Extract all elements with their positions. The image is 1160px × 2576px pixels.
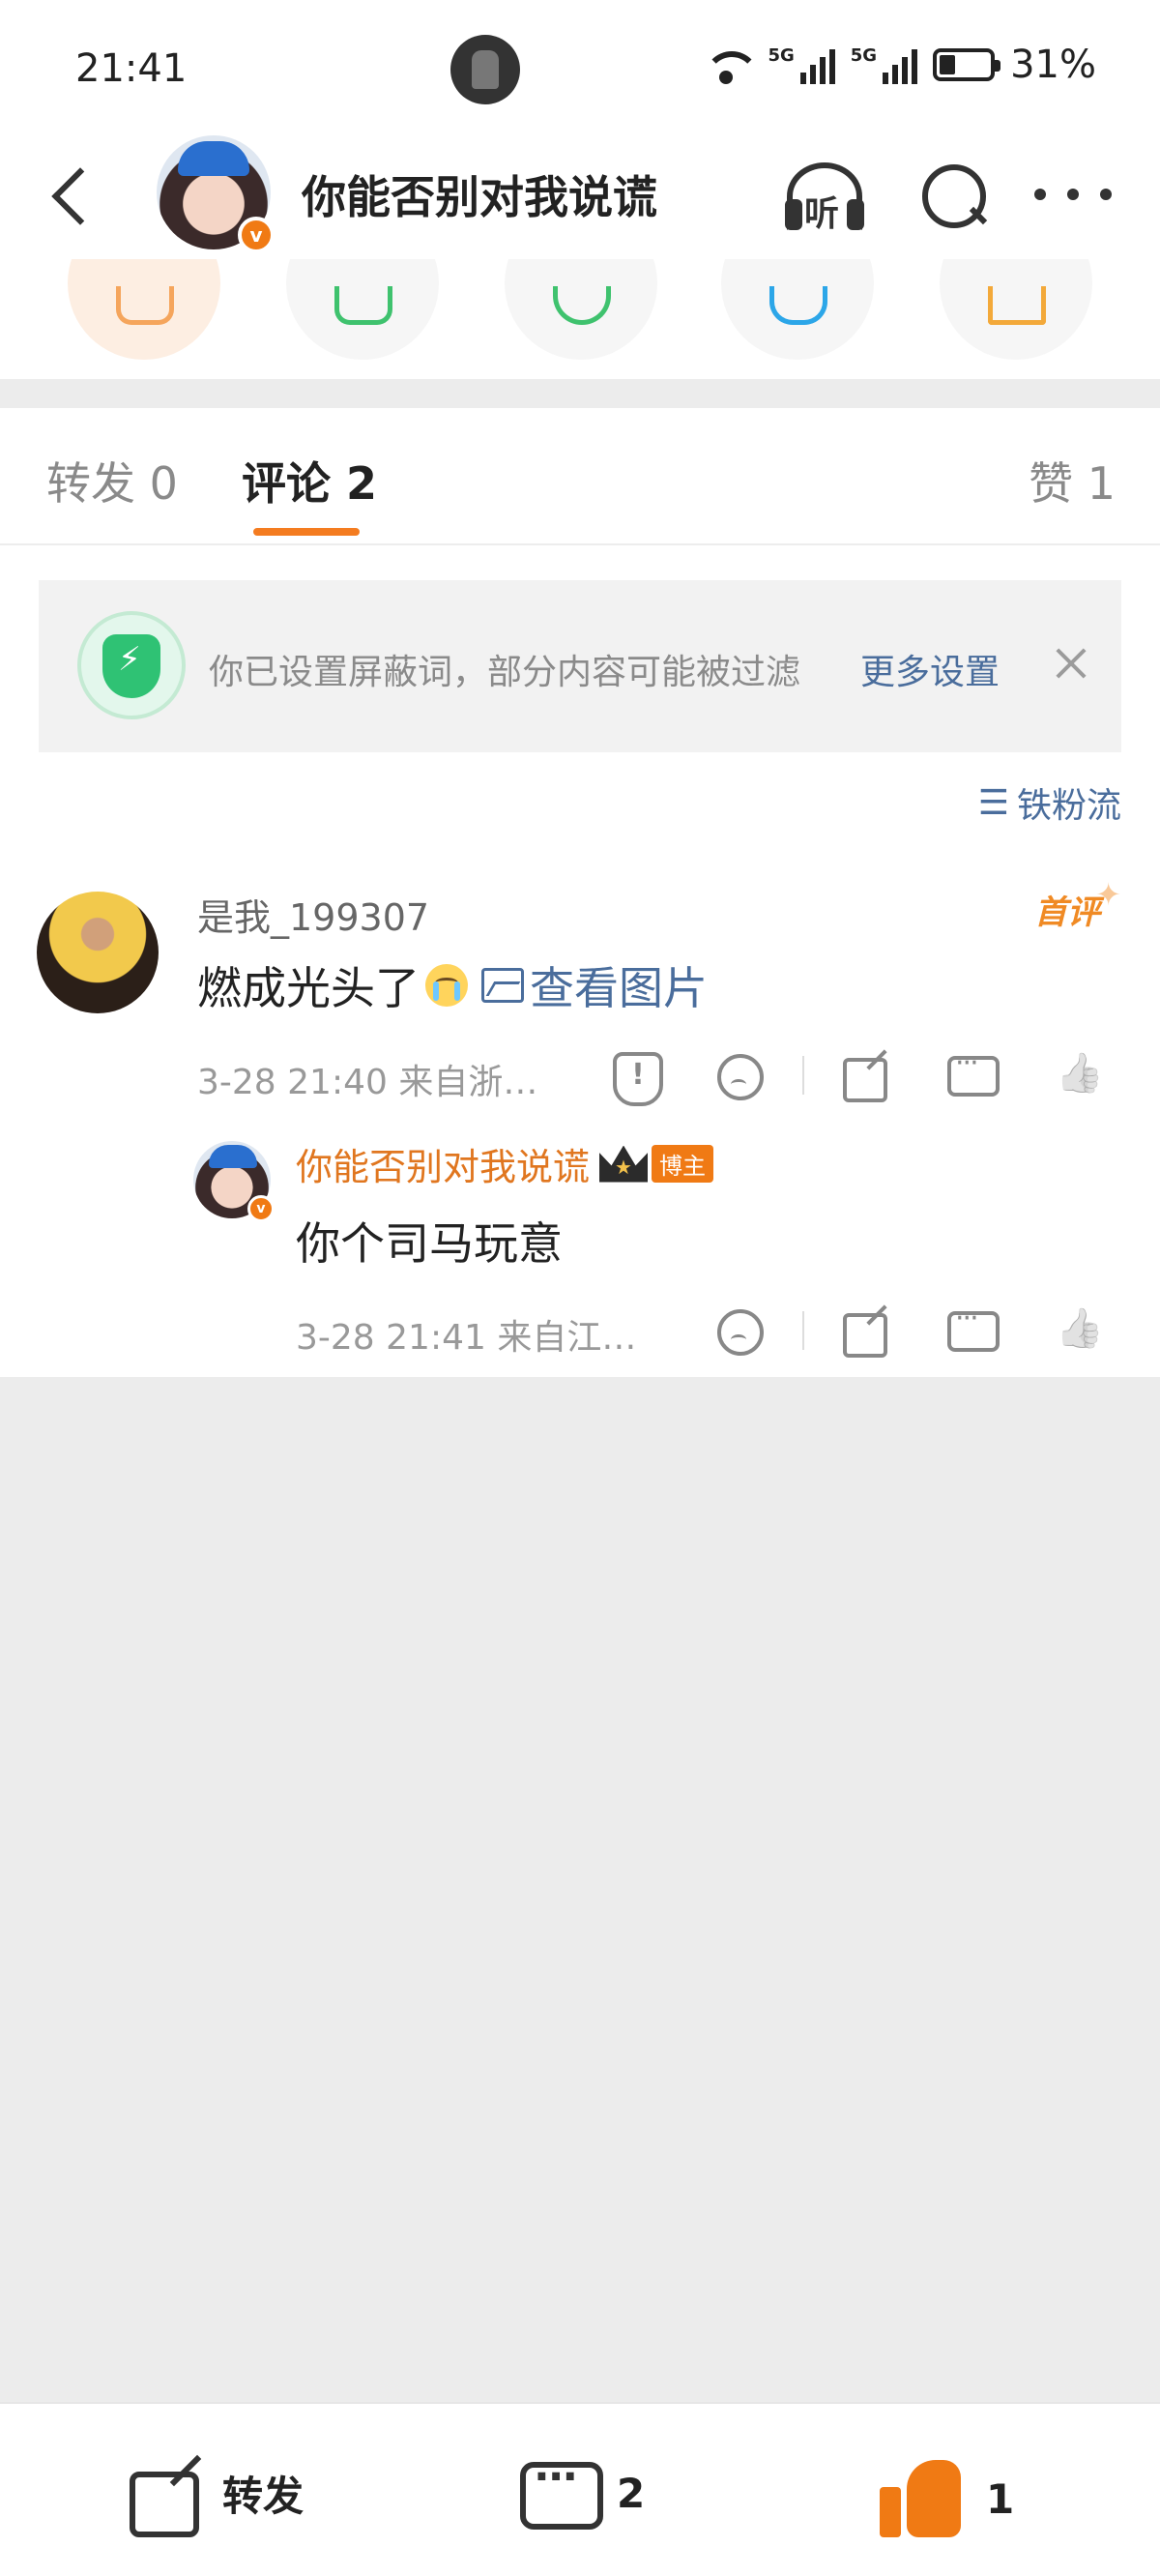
view-image-link[interactable]: 查看图片	[481, 953, 708, 1017]
top-nav: v 你能否别对我说谎 听	[0, 135, 1160, 259]
repost-button[interactable]: 转发	[128, 2458, 304, 2537]
reply-avatar[interactable]: v	[193, 1141, 275, 1222]
tab-likes[interactable]: 赞 1	[1029, 449, 1116, 512]
sort-button[interactable]: ☰ 铁粉流	[978, 777, 1121, 828]
notification-icon	[450, 35, 520, 104]
author-avatar[interactable]: v	[157, 135, 275, 253]
dislike-icon[interactable]	[686, 1046, 793, 1104]
listen-label: 听	[804, 194, 840, 234]
like-count: 1	[986, 2474, 1015, 2523]
status-time: 21:41	[75, 46, 188, 91]
reply-author[interactable]: 你能否别对我说谎 博主	[296, 1137, 714, 1190]
report-icon[interactable]	[580, 1046, 686, 1106]
signal-icon-2: 5G	[851, 45, 918, 84]
like-button[interactable]: 1	[880, 2458, 1014, 2539]
active-tab-indicator	[253, 528, 360, 536]
signal-icon: 5G	[768, 45, 835, 84]
repost-label: 转发	[222, 2472, 304, 2520]
share-comment-icon[interactable]	[814, 1302, 920, 1360]
commenter-avatar[interactable]	[37, 892, 159, 1013]
reply-icon[interactable]	[920, 1046, 1027, 1104]
sort-icon: ☰	[977, 782, 1009, 823]
reply-icon[interactable]	[920, 1302, 1027, 1360]
reply-author-name: 你能否别对我说谎	[296, 1146, 591, 1188]
status-bar: 21:41 5G 5G 31%	[0, 0, 1160, 135]
dislike-icon[interactable]	[686, 1302, 793, 1360]
battery-icon	[933, 48, 1001, 81]
save-image-icon[interactable]	[940, 259, 1092, 360]
notice-text: 你已设置屏蔽词，部分内容可能被过滤	[209, 653, 801, 692]
search-icon[interactable]	[918, 161, 992, 234]
comment-meta: 3-28 21:40 来自浙…	[197, 1063, 538, 1102]
share-comment-icon[interactable]	[814, 1046, 920, 1104]
repost-icon	[128, 2458, 203, 2537]
bottom-action-bar: 转发 2 1	[0, 2402, 1160, 2576]
comment-icon	[518, 2452, 603, 2530]
reply-text[interactable]: 你个司马玩意	[296, 1209, 563, 1273]
thumbs-up-icon	[880, 2458, 967, 2539]
image-icon	[481, 968, 524, 1003]
view-image-label: 查看图片	[530, 962, 708, 1014]
listen-button[interactable]: 听	[781, 157, 868, 234]
comments-section: 你已设置屏蔽词，部分内容可能被过滤 更多设置 ☰ 铁粉流 是我_199307 首…	[0, 545, 1160, 1377]
wechat-icon[interactable]	[286, 259, 439, 360]
moments-icon[interactable]	[505, 259, 657, 360]
shield-icon	[77, 611, 186, 719]
comment-body: 燃成光头了	[197, 962, 420, 1014]
wifi-icon	[700, 45, 761, 84]
tab-comments[interactable]: 评论 2	[242, 449, 377, 512]
comment-text[interactable]: 燃成光头了 查看图片	[197, 953, 708, 1017]
more-settings-link[interactable]: 更多设置	[860, 644, 1000, 694]
crying-emoji-icon	[425, 964, 468, 1007]
comment-actions	[580, 1046, 1133, 1106]
close-icon[interactable]	[1050, 638, 1092, 687]
host-badge: 博主	[652, 1145, 714, 1183]
first-comment-badge: 首评	[1034, 876, 1121, 933]
comment-button[interactable]: 2	[518, 2452, 646, 2530]
interaction-tabs: 转发 0 评论 2 赞 1	[0, 408, 1160, 545]
reply-meta: 3-28 21:41 来自江…	[296, 1318, 637, 1358]
qq-icon[interactable]	[721, 259, 874, 360]
like-comment-icon[interactable]	[1027, 1302, 1133, 1360]
filter-notice: 你已设置屏蔽词，部分内容可能被过滤 更多设置	[39, 580, 1121, 752]
reply-actions	[686, 1302, 1133, 1360]
commenter-name[interactable]: 是我_199307	[197, 888, 429, 941]
author-name[interactable]: 你能否别对我说谎	[302, 162, 657, 226]
back-icon[interactable]	[39, 157, 106, 234]
verified-badge-icon: v	[238, 217, 275, 253]
tab-repost[interactable]: 转发 0	[46, 449, 178, 512]
repost-to-story-icon[interactable]	[68, 259, 220, 360]
battery-level: 31%	[1010, 43, 1096, 87]
share-options	[0, 259, 1160, 379]
like-comment-icon[interactable]	[1027, 1046, 1133, 1104]
verified-badge-icon: v	[247, 1195, 275, 1222]
comment-count: 2	[617, 2469, 646, 2517]
sort-label: 铁粉流	[1016, 786, 1121, 826]
status-indicators: 5G 5G 31%	[700, 43, 1096, 87]
section-divider	[0, 379, 1160, 408]
more-icon[interactable]	[1034, 180, 1112, 209]
crown-icon	[599, 1145, 649, 1183]
